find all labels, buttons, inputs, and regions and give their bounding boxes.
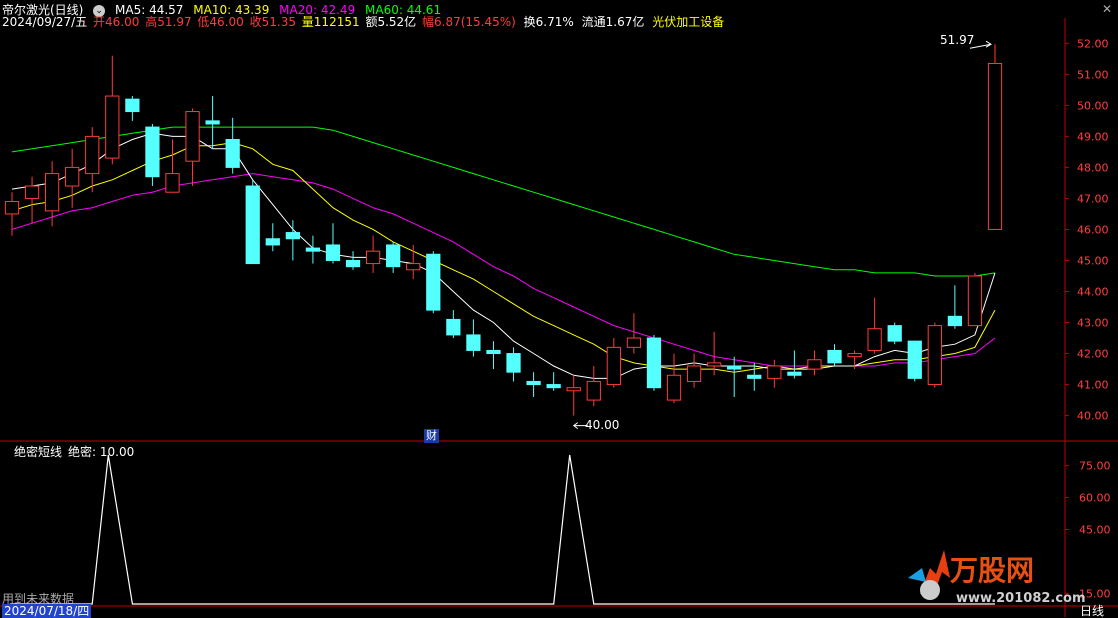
candle-body <box>686 365 702 382</box>
candle-body <box>105 95 120 159</box>
candle-body <box>446 318 461 336</box>
price-tick-label: 46.00 <box>1077 223 1109 236</box>
candle-body <box>827 349 842 364</box>
candle-body <box>907 340 922 379</box>
candle-body <box>646 337 662 389</box>
candle-body <box>345 259 361 268</box>
candle-body <box>185 111 200 162</box>
low-price-label: 40.00 <box>585 418 620 432</box>
price-tick-label: 40.00 <box>1077 410 1109 423</box>
candle-body <box>867 328 882 351</box>
price-tick-label: 52.00 <box>1077 37 1109 50</box>
candle-body <box>466 334 481 351</box>
candle-body <box>807 359 822 370</box>
indicator-tick-label: 45.00 <box>1079 524 1111 537</box>
finance-tag[interactable]: 财 <box>424 429 439 443</box>
candle-body <box>887 325 902 342</box>
indicator-line <box>12 454 995 605</box>
candle-body <box>526 380 541 386</box>
price-tick-label: 50.00 <box>1077 99 1109 112</box>
price-tick-label: 47.00 <box>1077 192 1109 205</box>
candle-body <box>45 173 60 212</box>
wangu-watermark-logo: 万股网 www.201082.com <box>900 538 1100 608</box>
price-tick-label: 43.00 <box>1077 317 1109 330</box>
candle-body <box>406 263 421 271</box>
candle-body <box>546 384 561 389</box>
candle-body <box>145 126 160 178</box>
candle-body <box>386 244 401 268</box>
candle-body <box>325 244 341 261</box>
start-date-label: 2024/07/18/四 <box>2 604 92 618</box>
candle-body <box>305 247 321 252</box>
candle-body <box>85 135 100 175</box>
price-tick-label: 44.00 <box>1077 285 1109 298</box>
kline-chart[interactable]: 52.00 51.00 50.00 49.00 48.00 47.00 46.00 45.00… <box>0 0 1118 617</box>
candle-body <box>225 138 240 168</box>
candle-body <box>747 374 762 379</box>
candle-body <box>727 365 742 370</box>
candle-body <box>787 371 802 376</box>
candle-body <box>707 362 722 367</box>
candle-body <box>767 365 782 379</box>
indicator-value: 绝密: 10.00 <box>68 445 135 459</box>
price-tick-label: 49.00 <box>1077 130 1109 143</box>
svg-text:www.201082.com: www.201082.com <box>956 591 1086 606</box>
svg-text:万股网: 万股网 <box>950 554 1034 587</box>
candle-body <box>987 62 1003 230</box>
price-tick-label: 51.00 <box>1077 68 1109 81</box>
candle-body <box>586 380 601 401</box>
indicator-tick-label: 75.00 <box>1079 460 1111 473</box>
candle-body <box>626 337 642 348</box>
price-tick-label: 48.00 <box>1077 161 1109 174</box>
candle-body <box>4 201 20 215</box>
candle-body <box>606 346 621 386</box>
price-tick-label: 45.00 <box>1077 254 1109 267</box>
candle-body <box>426 253 441 311</box>
candle-body <box>24 185 40 199</box>
indicator-name[interactable]: 绝密短线 <box>14 445 62 459</box>
candle-body <box>506 353 521 373</box>
candle-body <box>947 315 962 327</box>
high-price-label: 51.97 <box>940 33 975 47</box>
price-tick-label: 41.00 <box>1077 379 1109 392</box>
candle-body <box>125 98 140 113</box>
candle-body <box>566 387 581 392</box>
candle-body <box>365 250 381 265</box>
indicator-tick-label: 60.00 <box>1079 492 1111 505</box>
candle-body <box>847 353 862 358</box>
candle-body <box>285 232 300 240</box>
candle-body <box>265 238 280 246</box>
candle-body <box>205 120 220 125</box>
candle-body <box>486 349 501 355</box>
candle-body <box>245 185 260 265</box>
price-tick-label: 42.00 <box>1077 348 1109 361</box>
candle-body <box>165 173 180 193</box>
candle-body <box>927 325 942 386</box>
candle-body <box>967 275 983 327</box>
candle-body <box>65 166 80 187</box>
candle-body <box>666 374 682 401</box>
